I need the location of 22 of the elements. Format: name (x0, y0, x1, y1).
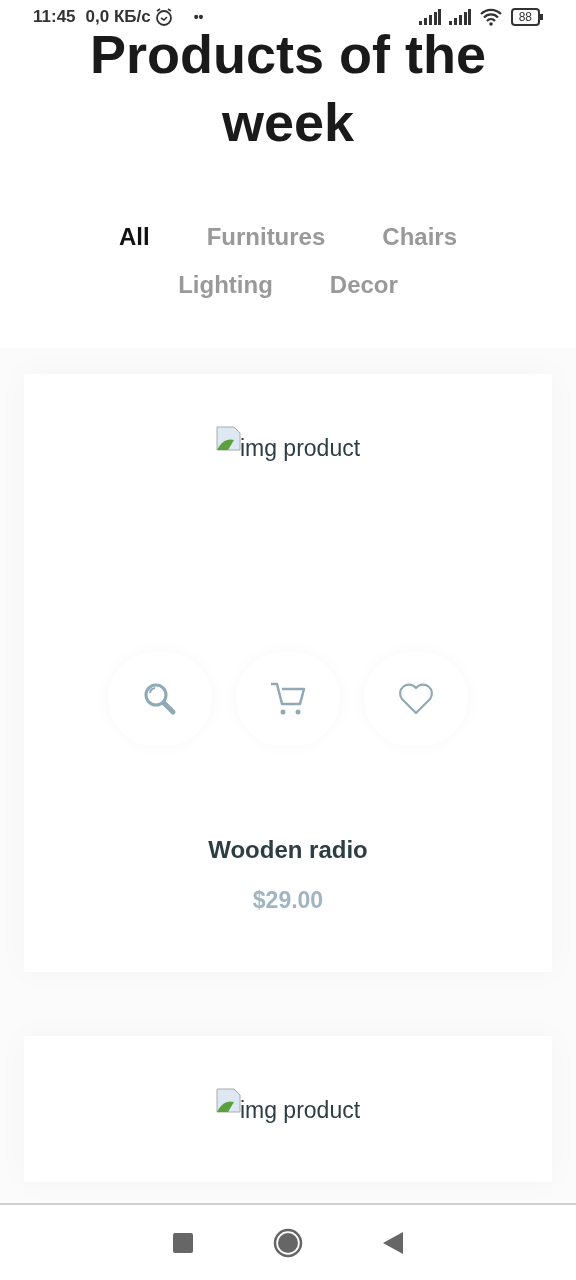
signal-icon (448, 9, 471, 25)
cart-icon (270, 682, 306, 716)
search-icon (142, 681, 178, 717)
home-button[interactable] (273, 1227, 303, 1258)
recents-button[interactable] (173, 1232, 193, 1253)
filter-tab[interactable]: Decor (329, 268, 398, 302)
heart-icon (398, 683, 434, 715)
signal-icon (418, 9, 441, 25)
image-alt-text: img product (239, 434, 361, 463)
back-button[interactable] (383, 1231, 403, 1254)
alarm-icon (153, 7, 174, 27)
product-name: Wooden radio (208, 835, 368, 865)
filter-tab[interactable]: Furnitures (206, 220, 326, 254)
filter-tab[interactable]: Lighting (178, 268, 273, 302)
broken-image-icon (215, 426, 242, 452)
image-alt-text: img product (239, 1096, 361, 1125)
filter-tab[interactable]: Chairs (382, 220, 458, 254)
broken-image-icon (215, 1088, 242, 1114)
product-price: $29.00 (252, 886, 324, 915)
wifi-icon (478, 8, 503, 26)
filter-tab[interactable]: All (118, 220, 150, 254)
battery-icon: 88 (510, 8, 543, 26)
